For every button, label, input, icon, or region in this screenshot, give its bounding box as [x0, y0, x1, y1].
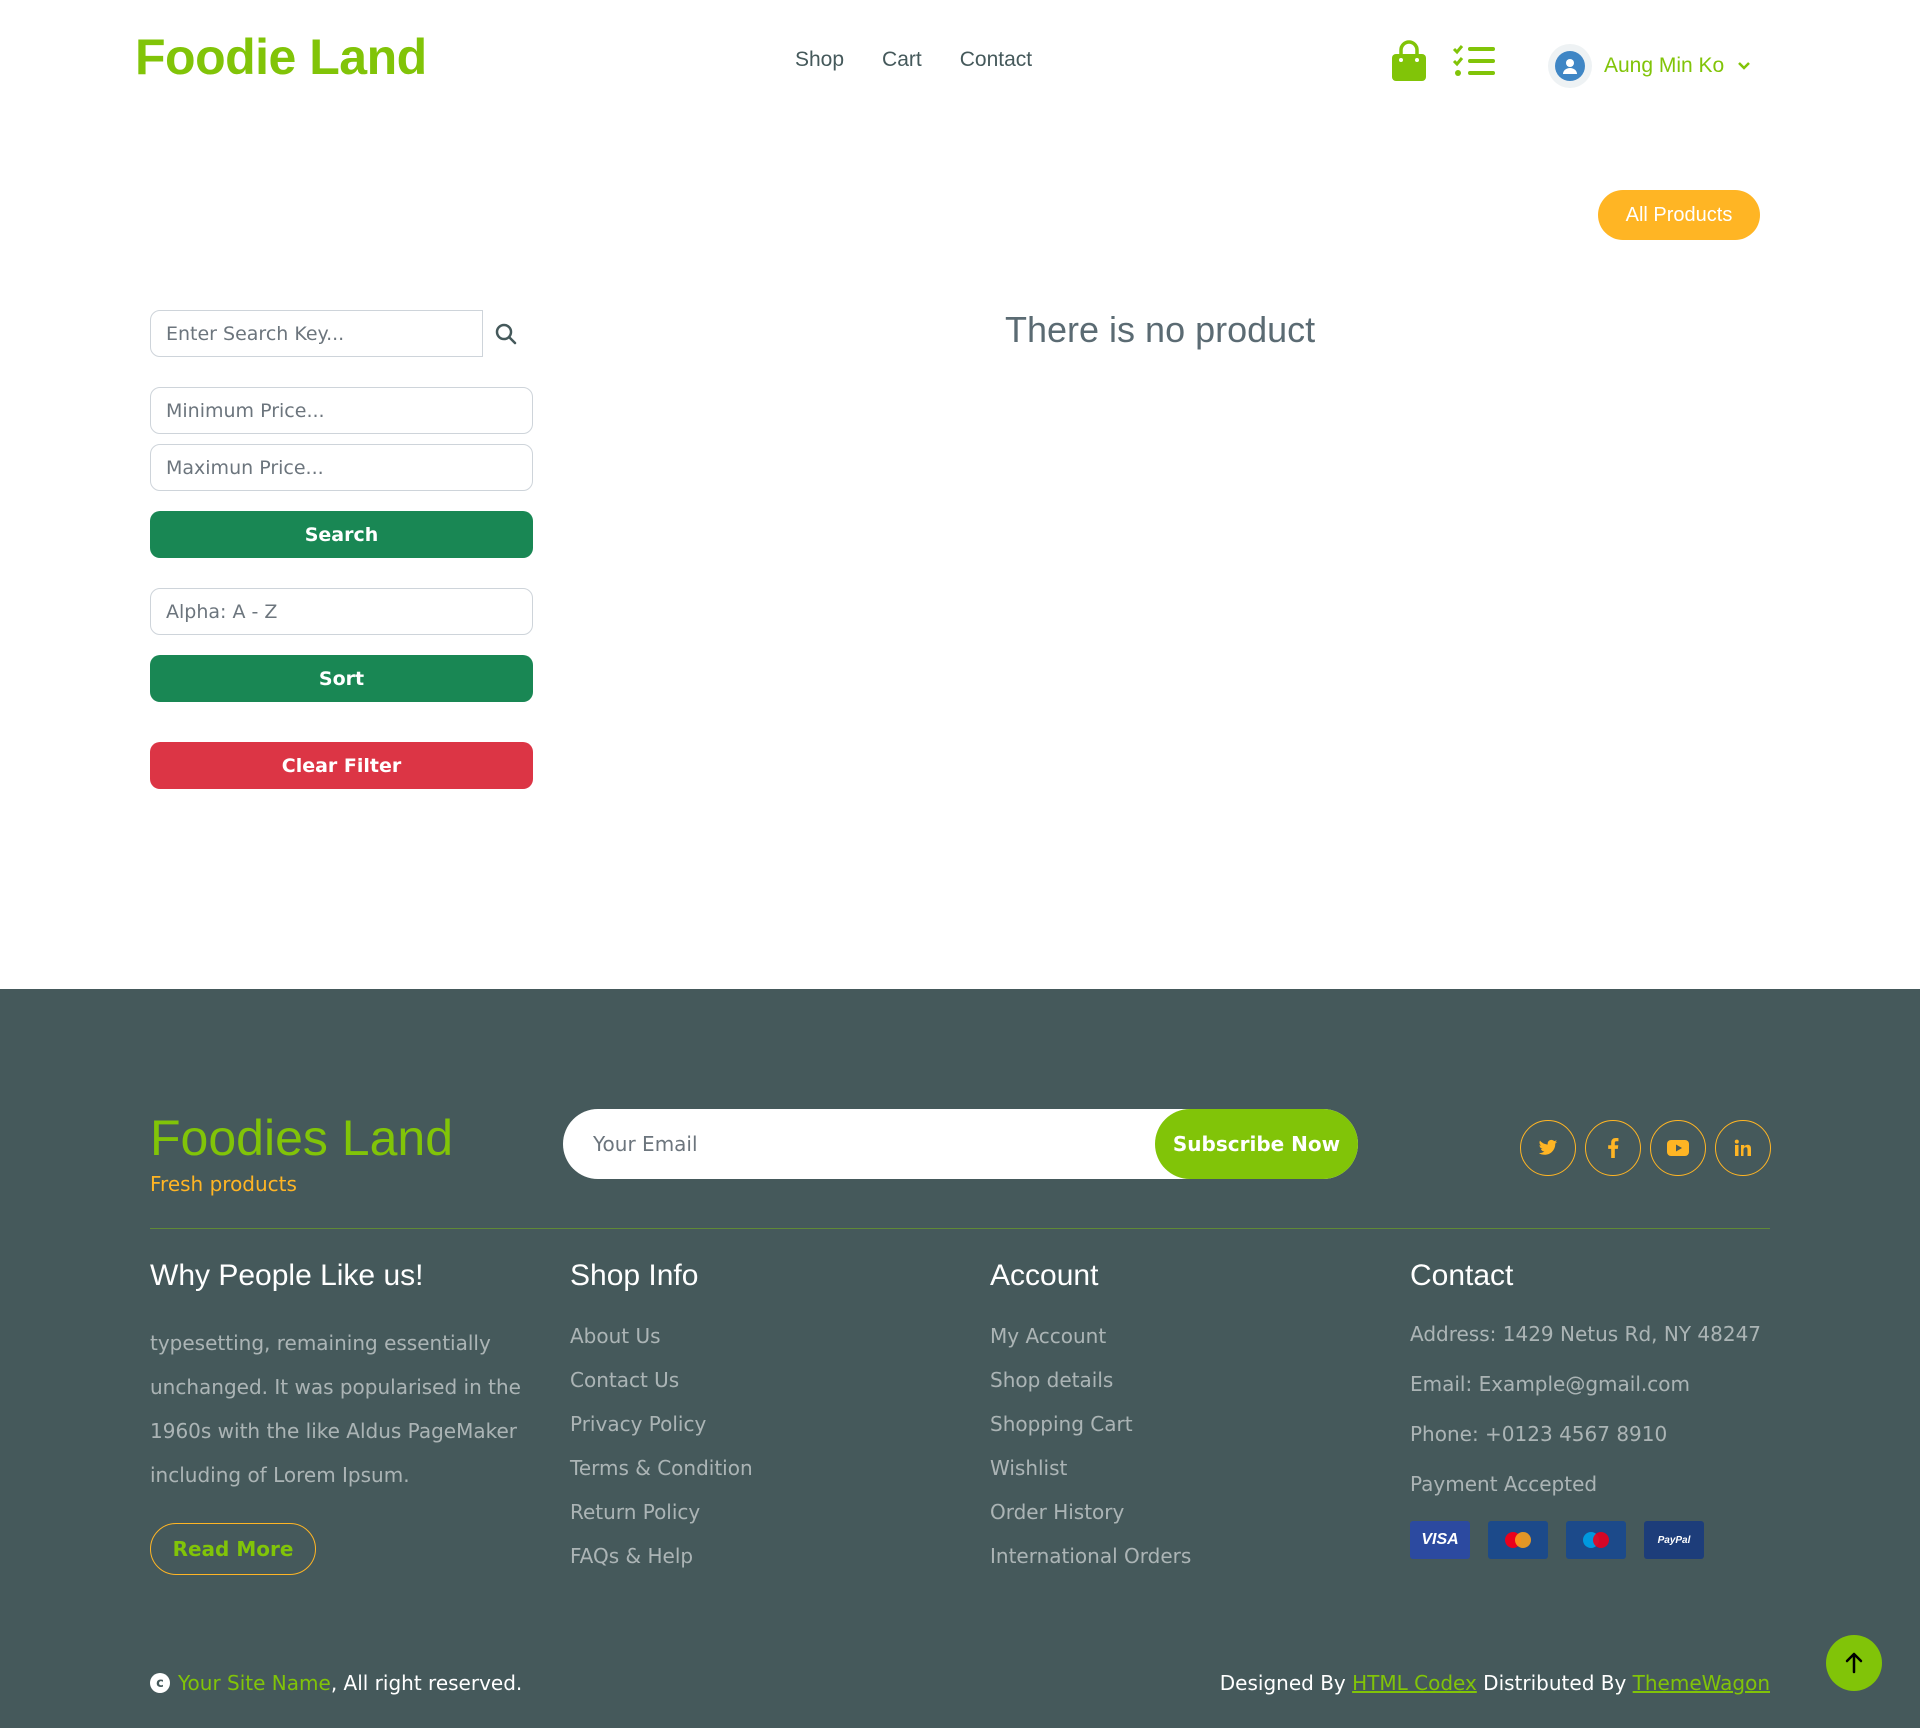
sort-button[interactable]: Sort [150, 655, 533, 702]
maestro-icon [1566, 1521, 1626, 1559]
arrow-up-icon [1845, 1652, 1863, 1674]
link-wishlist[interactable]: Wishlist [990, 1453, 1191, 1497]
contact-phone: Phone: +0123 4567 8910 [1410, 1422, 1668, 1446]
checklist-icon[interactable] [1452, 44, 1496, 78]
clear-filter-button[interactable]: Clear Filter [150, 742, 533, 789]
link-shopping-cart[interactable]: Shopping Cart [990, 1409, 1191, 1453]
why-people-like-us: Why People Like us! typesetting, remaini… [150, 1259, 530, 1575]
why-text: typesetting, remaining essentially uncha… [150, 1331, 521, 1487]
nav-cart[interactable]: Cart [882, 48, 922, 72]
copyright: c Your Site Name, All right reserved. [150, 1671, 522, 1695]
nav-shop[interactable]: Shop [795, 48, 844, 72]
copyright-text: , All right reserved. [330, 1671, 523, 1695]
back-to-top-button[interactable] [1826, 1635, 1882, 1691]
all-products-button[interactable]: All Products [1598, 190, 1760, 240]
user-icon [1563, 59, 1577, 74]
link-contact-us[interactable]: Contact Us [570, 1365, 753, 1409]
link-terms[interactable]: Terms & Condition [570, 1453, 753, 1497]
designer-link[interactable]: HTML Codex [1352, 1671, 1477, 1695]
distributed-by-label: Distributed By [1483, 1671, 1627, 1695]
search-icon[interactable] [494, 322, 518, 346]
credits: Designed By HTML Codex Distributed By Th… [1220, 1671, 1770, 1695]
site-logo[interactable]: Foodie Land [135, 28, 427, 86]
linkedin-icon[interactable] [1715, 1120, 1771, 1176]
link-international-orders[interactable]: International Orders [990, 1541, 1191, 1585]
facebook-icon[interactable] [1585, 1120, 1641, 1176]
link-order-history[interactable]: Order History [990, 1497, 1191, 1541]
youtube-icon[interactable] [1650, 1120, 1706, 1176]
user-menu[interactable]: Aung Min Ko [1548, 44, 1752, 88]
main-nav: Shop Cart Contact [795, 48, 1032, 72]
email-field[interactable]: Your Email [593, 1109, 698, 1179]
avatar [1548, 44, 1592, 88]
user-name: Aung Min Ko [1604, 54, 1725, 77]
read-more-button[interactable]: Read More [150, 1523, 316, 1575]
nav-contact[interactable]: Contact [960, 48, 1032, 72]
visa-card-icon: VISA [1410, 1521, 1470, 1559]
link-privacy-policy[interactable]: Privacy Policy [570, 1409, 753, 1453]
copyright-icon: c [150, 1673, 170, 1693]
social-links [1520, 1120, 1771, 1176]
link-shop-details[interactable]: Shop details [990, 1365, 1191, 1409]
sort-select[interactable]: Alpha: A - Z [150, 588, 533, 635]
account-heading: Account [990, 1259, 1099, 1292]
why-heading: Why People Like us! [150, 1259, 424, 1292]
link-faqs[interactable]: FAQs & Help [570, 1541, 753, 1585]
distributor-link[interactable]: ThemeWagon [1633, 1671, 1770, 1695]
footer-divider [150, 1228, 1770, 1229]
subscribe-form: Your Email Subscribe Now [563, 1109, 1358, 1179]
search-button[interactable]: Search [150, 511, 533, 558]
footer-tagline: Fresh products [150, 1172, 297, 1196]
payment-label: Payment Accepted [1410, 1472, 1598, 1496]
account: Account My Account Shop details Shopping… [990, 1259, 1191, 1585]
mastercard-icon [1488, 1521, 1548, 1559]
payment-cards: VISA PayPal [1410, 1521, 1761, 1559]
search-input[interactable]: Enter Search Key... [150, 310, 483, 357]
twitter-icon[interactable] [1520, 1120, 1576, 1176]
max-price-input[interactable]: Maximun Price... [150, 444, 533, 491]
contact-email: Email: Example@gmail.com [1410, 1372, 1690, 1396]
empty-state-message: There is no product [1005, 309, 1316, 350]
link-about-us[interactable]: About Us [570, 1321, 753, 1365]
subscribe-button[interactable]: Subscribe Now [1155, 1109, 1358, 1179]
link-my-account[interactable]: My Account [990, 1321, 1191, 1365]
link-return-policy[interactable]: Return Policy [570, 1497, 753, 1541]
footer-brand: Foodies Land [150, 1110, 454, 1166]
footer: Foodies Land Fresh products Your Email S… [0, 989, 1920, 1728]
shop-info-heading: Shop Info [570, 1259, 699, 1292]
paypal-icon: PayPal [1644, 1521, 1704, 1559]
contact-heading: Contact [1410, 1259, 1514, 1292]
contact: Contact Address: 1429 Netus Rd, NY 48247… [1410, 1259, 1761, 1559]
shopping-bag-icon[interactable] [1390, 40, 1428, 82]
designed-by-label: Designed By [1219, 1671, 1346, 1695]
shop-info: Shop Info About Us Contact Us Privacy Po… [570, 1259, 753, 1585]
contact-address: Address: 1429 Netus Rd, NY 48247 [1410, 1322, 1762, 1346]
chevron-down-icon [1738, 62, 1751, 70]
min-price-input[interactable]: Minimum Price... [150, 387, 533, 434]
site-name-link[interactable]: Your Site Name [178, 1671, 331, 1695]
